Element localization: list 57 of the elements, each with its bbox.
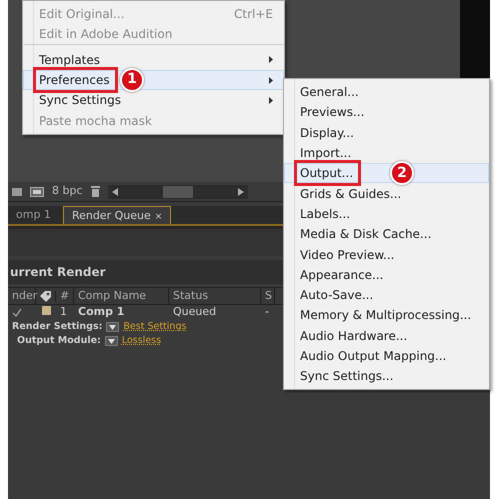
menu-item-label: Import...: [300, 145, 352, 162]
menu-item-label: Audio Hardware...: [300, 328, 408, 345]
tab[interactable]: omp 1: [8, 206, 59, 224]
menu-item[interactable]: General...: [284, 82, 489, 102]
table-cell-text: Queued: [172, 304, 218, 320]
menu-item[interactable]: Sync Settings: [23, 90, 284, 110]
menu-item-label: Labels...: [300, 206, 350, 223]
menu-item-label: General...: [300, 84, 359, 102]
menu-item-label: Paste mocha mask: [39, 112, 152, 130]
menu-item-label: Previews...: [300, 104, 364, 122]
menu-item-label: Sync Settings: [39, 92, 121, 110]
menu-item-label: Auto-Save...: [300, 287, 374, 304]
menu-item[interactable]: Labels...: [284, 204, 489, 224]
menu-item[interactable]: Audio Output Mapping...: [284, 346, 489, 366]
setting-label: Render Settings:: [12, 320, 102, 334]
setting-link[interactable]: Lossless: [122, 334, 162, 348]
menu-item[interactable]: Import...: [284, 142, 489, 164]
menu-item[interactable]: Preferences 1: [23, 70, 284, 90]
menu-item-label: Appearance...: [300, 266, 384, 284]
menu-item-label: Output...: [300, 164, 354, 182]
menu-item[interactable]: Output... 2: [284, 163, 489, 184]
tab[interactable]: Render Queue ×: [62, 206, 172, 224]
menu-item[interactable]: Media & Disk Cache...: [284, 224, 489, 244]
menu-item[interactable]: Previews...: [284, 102, 489, 123]
menu-item-label: Preferences: [39, 71, 110, 90]
menu-item[interactable]: Auto-Save...: [284, 284, 489, 306]
menu-item[interactable]: Audio Hardware...: [284, 326, 489, 346]
menu-item-label: Sync Settings...: [300, 368, 394, 386]
menu-item[interactable]: Sync Settings...: [284, 366, 489, 386]
menu-item-label: Display...: [300, 124, 354, 142]
setting-link[interactable]: Best Settings: [123, 320, 186, 334]
menu-item-label: Edit Original...: [39, 6, 124, 24]
menu-item-label: Grids & Guides...: [300, 186, 402, 203]
table-cell-text: Comp 1: [77, 304, 126, 320]
menu-item-label: Edit in Adobe Audition: [39, 26, 172, 44]
menu-item-label: Memory & Multiprocessing...: [300, 307, 472, 324]
menu-item-label: Media & Disk Cache...: [300, 226, 432, 244]
shortcut-label: Ctrl+E: [234, 6, 273, 24]
column-header[interactable]: S: [261, 288, 275, 304]
menu-item[interactable]: Display...: [284, 122, 489, 143]
close-button[interactable]: ×: [154, 212, 162, 222]
menu-item[interactable]: Appearance...: [284, 264, 489, 285]
menu-item-label: Templates: [39, 52, 100, 69]
menu-item[interactable]: Grids & Guides...: [284, 183, 489, 204]
table-cell-text: 1: [59, 304, 68, 320]
table-cell-text: -: [264, 304, 269, 320]
setting-label: Output Module:: [17, 334, 101, 348]
callout-number: 2: [390, 161, 414, 186]
column-header[interactable]: Status: [169, 288, 261, 304]
menu-item-label: Audio Output Mapping...: [300, 348, 446, 365]
column-header[interactable]: nder: [8, 288, 36, 304]
menu-item[interactable]: Memory & Multiprocessing...: [284, 305, 489, 326]
bit-depth-label[interactable]: 8 bpc: [52, 183, 83, 200]
menu-item[interactable]: Templates: [23, 50, 284, 70]
column-header[interactable]: #: [56, 288, 74, 304]
column-header[interactable]: Comp Name: [74, 288, 169, 304]
callout-number: 1: [120, 68, 144, 92]
